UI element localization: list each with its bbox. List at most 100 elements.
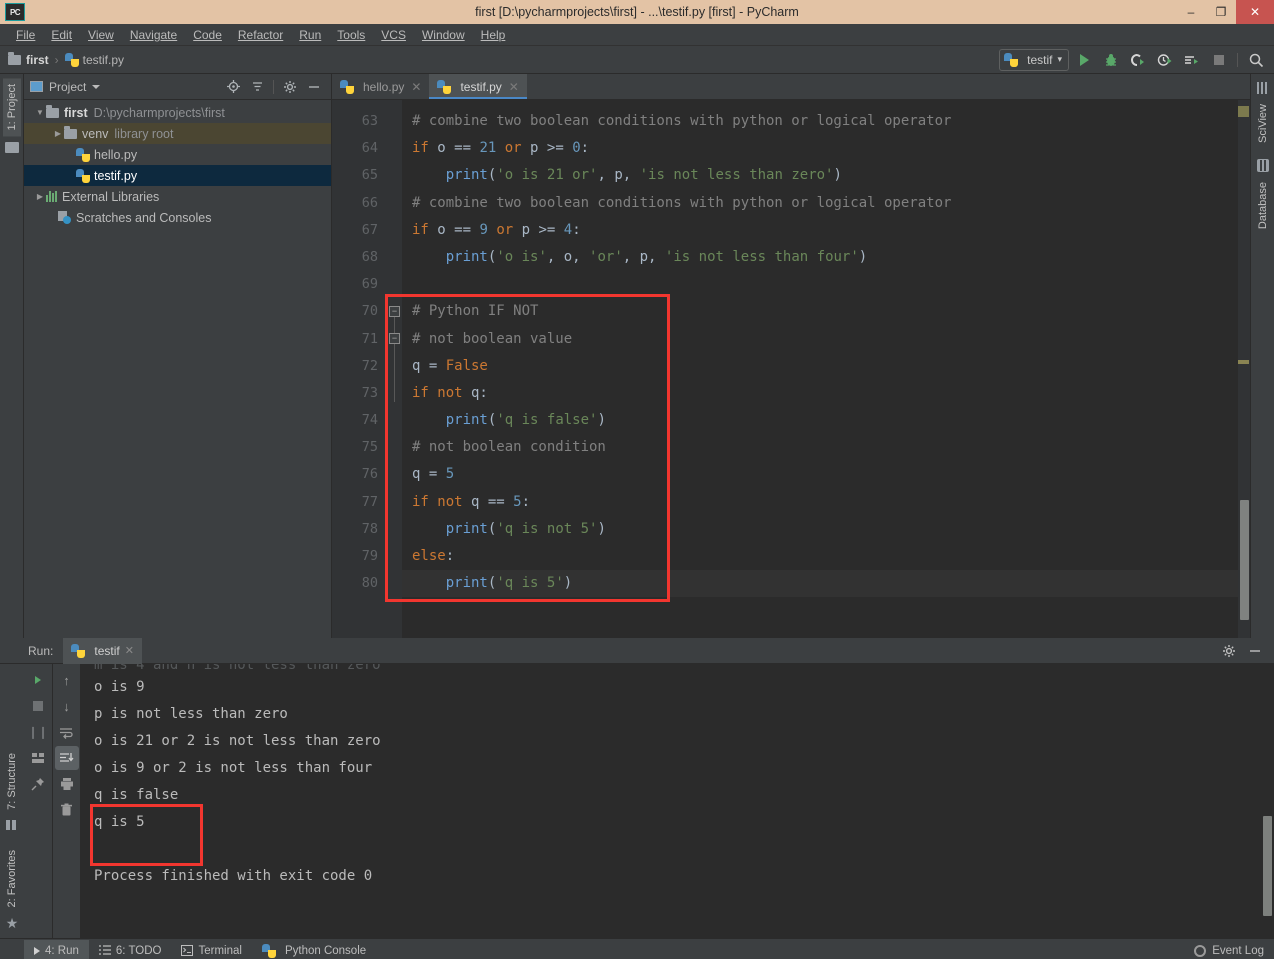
code-line[interactable]: q = False <box>402 353 1250 380</box>
code-line[interactable]: # Python IF NOT <box>402 298 1250 325</box>
code-line[interactable]: q = 5 <box>402 461 1250 488</box>
soft-wrap-button[interactable] <box>55 720 79 744</box>
menu-item-help[interactable]: Help <box>473 26 514 44</box>
menu-tools-label: Tools <box>337 28 365 42</box>
run-coverage-button[interactable] <box>1126 49 1150 71</box>
scroll-to-end-button[interactable] <box>55 746 79 770</box>
code-line[interactable]: else: <box>402 543 1250 570</box>
code-line[interactable]: print('o is', o, 'or', p, 'is not less t… <box>402 244 1250 271</box>
pause-button[interactable]: ❙❙ <box>26 720 50 744</box>
close-button[interactable]: ✕ <box>1236 0 1274 24</box>
bottom-tab-todo[interactable]: 6: TODO <box>89 940 172 959</box>
vertical-scrollbar-thumb[interactable] <box>1240 500 1249 620</box>
menu-item-refactor[interactable]: Refactor <box>230 26 291 44</box>
sidebar-tab-sciview[interactable]: SciView <box>1254 98 1272 149</box>
gear-icon[interactable] <box>279 76 301 98</box>
bottom-tab-terminal[interactable]: Terminal <box>171 940 251 959</box>
code-line[interactable]: # combine two boolean conditions with py… <box>402 190 1250 217</box>
tree-item-hello-py[interactable]: hello.py <box>24 144 331 165</box>
tree-item-scratches[interactable]: Scratches and Consoles <box>24 207 331 228</box>
scroll-up-button[interactable]: ↑ <box>55 668 79 692</box>
debug-button[interactable] <box>1099 49 1123 71</box>
gear-icon[interactable] <box>1218 640 1240 662</box>
close-icon[interactable]: ✕ <box>411 80 421 94</box>
code-line[interactable]: # not boolean condition <box>402 434 1250 461</box>
print-button[interactable] <box>55 772 79 796</box>
scroll-down-button[interactable]: ↓ <box>55 694 79 718</box>
menu-item-vcs[interactable]: VCS <box>373 26 414 44</box>
code-line[interactable]: # combine two boolean conditions with py… <box>402 108 1250 135</box>
code-line[interactable] <box>402 271 1250 298</box>
layout-button[interactable] <box>26 746 50 770</box>
breadcrumb-separator: › <box>55 53 59 67</box>
sidebar-tab-database[interactable]: Database <box>1254 176 1272 235</box>
tree-item-first[interactable]: ▼ first D:\pycharmprojects\first <box>24 102 331 123</box>
code-editor[interactable]: 636465666768697071727374757677787980 − −… <box>332 100 1250 638</box>
maximize-button[interactable]: ❐ <box>1206 0 1236 24</box>
code-token: print <box>446 412 488 428</box>
fold-marker-icon[interactable]: − <box>389 306 400 317</box>
code-line[interactable]: if o == 21 or p >= 0: <box>402 135 1250 162</box>
menu-run-label: Run <box>299 28 321 42</box>
close-icon[interactable]: ✕ <box>509 80 519 94</box>
breadcrumb-file[interactable]: testif.py <box>83 53 124 67</box>
minimize-button[interactable]: – <box>1176 0 1206 24</box>
run-configuration-selector[interactable]: testif ▾ <box>999 49 1069 71</box>
collapse-all-icon[interactable] <box>246 76 268 98</box>
code-line[interactable]: if not q: <box>402 380 1250 407</box>
expand-arrow-icon[interactable]: ▼ <box>34 108 46 117</box>
run-tab-testif[interactable]: testif ✕ <box>63 638 142 664</box>
expand-arrow-icon[interactable]: ▶ <box>52 129 64 138</box>
rerun-button[interactable] <box>26 668 50 692</box>
bottom-tab-python-console[interactable]: Python Console <box>252 940 376 959</box>
run-console-output[interactable]: m is 4 and n is not less than zeroo is 9… <box>80 664 1274 938</box>
fold-marker-icon[interactable]: − <box>389 333 400 344</box>
stop-button[interactable] <box>1207 49 1231 71</box>
scratches-icon <box>58 211 71 224</box>
clear-all-button[interactable] <box>55 798 79 822</box>
code-line[interactable]: print('q is not 5') <box>402 516 1250 543</box>
tree-item-external-libraries[interactable]: ▶ External Libraries <box>24 186 331 207</box>
code-line[interactable]: if o == 9 or p >= 4: <box>402 217 1250 244</box>
run-panel-header-tools <box>1218 640 1274 662</box>
code-line[interactable]: print('q is false') <box>402 407 1250 434</box>
tab-testif-py[interactable]: testif.py ✕ <box>429 74 526 99</box>
code-line[interactable]: if not q == 5: <box>402 489 1250 516</box>
run-button[interactable] <box>1072 49 1096 71</box>
menu-item-run[interactable]: Run <box>291 26 329 44</box>
bottom-tab-run[interactable]: 4: Run <box>24 940 89 959</box>
pin-button[interactable] <box>26 772 50 796</box>
run-with-console-button[interactable] <box>1180 49 1204 71</box>
breadcrumb-project[interactable]: first <box>26 53 49 67</box>
code-line[interactable]: print('o is 21 or', p, 'is not less than… <box>402 162 1250 189</box>
search-button[interactable] <box>1244 49 1268 71</box>
menu-item-navigate[interactable]: Navigate <box>122 26 185 44</box>
tree-item-testif-py[interactable]: testif.py <box>24 165 331 186</box>
stop-process-button[interactable] <box>26 694 50 718</box>
sidebar-tab-structure[interactable]: 7: Structure <box>3 747 21 816</box>
menu-item-edit[interactable]: Edit <box>43 26 80 44</box>
hide-panel-icon[interactable] <box>303 76 325 98</box>
menu-item-window[interactable]: Window <box>414 26 473 44</box>
expand-arrow-icon[interactable]: ▶ <box>34 192 46 201</box>
menu-item-tools[interactable]: Tools <box>329 26 373 44</box>
editor-scrollbar[interactable] <box>1238 100 1250 638</box>
code-line[interactable]: # not boolean value <box>402 326 1250 353</box>
menu-item-code[interactable]: Code <box>185 26 230 44</box>
hide-panel-icon[interactable] <box>1244 640 1266 662</box>
locate-icon[interactable] <box>222 76 244 98</box>
code-folding-column[interactable]: − − <box>386 100 402 638</box>
sidebar-tab-favorites[interactable]: 2: Favorites <box>3 844 21 913</box>
code-line[interactable]: print('q is 5') <box>402 570 1250 597</box>
chevron-down-icon[interactable] <box>92 85 100 89</box>
menu-item-view[interactable]: View <box>80 26 122 44</box>
menu-item-file[interactable]: File <box>8 26 43 44</box>
close-icon[interactable]: ✕ <box>125 644 134 657</box>
tree-item-venv[interactable]: ▶ venv library root <box>24 123 331 144</box>
console-scrollbar-thumb[interactable] <box>1263 816 1272 916</box>
event-log-button[interactable]: Event Log <box>1194 945 1274 957</box>
code-text[interactable]: # combine two boolean conditions with py… <box>402 100 1250 638</box>
sidebar-tab-project[interactable]: 1: Project <box>3 78 21 136</box>
profile-button[interactable] <box>1153 49 1177 71</box>
tab-hello-py[interactable]: hello.py ✕ <box>332 74 429 99</box>
